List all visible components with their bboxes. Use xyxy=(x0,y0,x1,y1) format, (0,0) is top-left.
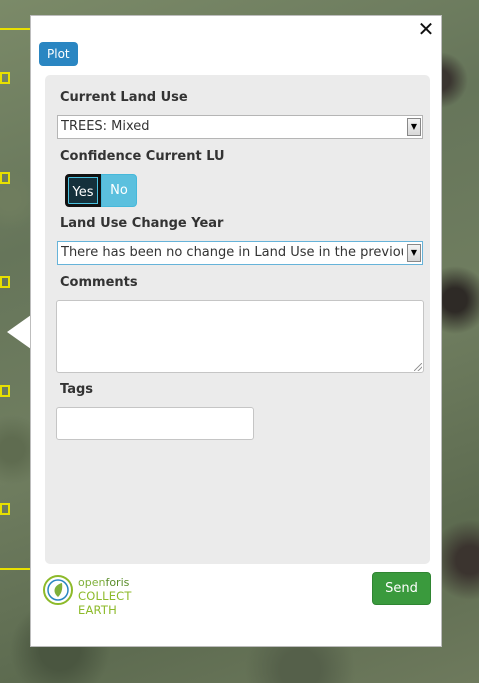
change-year-select[interactable]: There has been no change in Land Use in … xyxy=(57,241,423,265)
confidence-no-button[interactable]: No xyxy=(101,174,137,207)
chevron-down-icon[interactable]: ▼ xyxy=(407,118,421,136)
confidence-toggle: Yes No xyxy=(65,174,137,207)
sample-point-marker xyxy=(0,503,10,515)
current-land-use-label: Current Land Use xyxy=(60,90,188,105)
form-panel: Current Land Use TREES: Mixed ▼ Confiden… xyxy=(45,75,430,564)
sample-point-marker xyxy=(0,72,10,84)
sample-point-marker xyxy=(0,276,10,288)
comments-textarea[interactable] xyxy=(56,300,424,373)
current-land-use-value: TREES: Mixed xyxy=(61,119,150,134)
tags-input[interactable] xyxy=(56,407,254,440)
send-button[interactable]: Send xyxy=(372,572,431,605)
plot-info-popup: ✕ Plot Current Land Use TREES: Mixed ▼ C… xyxy=(30,15,442,647)
sample-point-marker xyxy=(0,385,10,397)
popup-pointer xyxy=(7,315,31,349)
change-year-value: There has been no change in Land Use in … xyxy=(61,245,403,260)
chevron-down-icon[interactable]: ▼ xyxy=(407,244,421,262)
tab-plot[interactable]: Plot xyxy=(39,42,78,66)
logo-wordmark-top: openforis xyxy=(78,576,130,589)
openforis-leaf-icon xyxy=(43,575,73,605)
confidence-label: Confidence Current LU xyxy=(60,149,225,164)
current-land-use-select[interactable]: TREES: Mixed ▼ xyxy=(57,115,423,139)
sample-point-marker xyxy=(0,172,10,184)
plot-boundary-top xyxy=(0,28,30,30)
openforis-collect-earth-logo: openforis COLLECT EARTH xyxy=(42,574,172,617)
logo-wordmark-bottom: COLLECT EARTH xyxy=(78,589,132,617)
confidence-yes-button[interactable]: Yes xyxy=(65,174,101,207)
tags-label: Tags xyxy=(60,382,94,397)
comments-label: Comments xyxy=(60,275,138,290)
change-year-label: Land Use Change Year xyxy=(60,216,224,231)
plot-boundary-bottom xyxy=(0,568,30,570)
close-icon[interactable]: ✕ xyxy=(414,17,438,41)
resize-grip-icon[interactable] xyxy=(414,363,422,371)
